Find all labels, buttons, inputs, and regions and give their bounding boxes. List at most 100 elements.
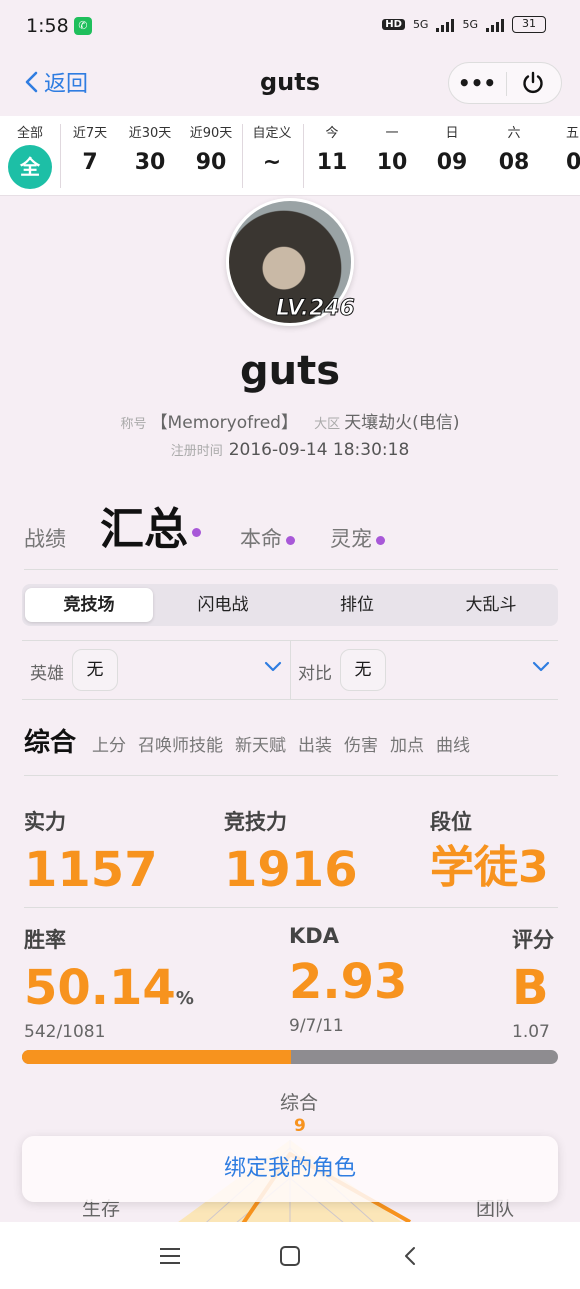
- date-label: 日: [445, 126, 459, 141]
- date-fri[interactable]: 五 07: [546, 122, 580, 175]
- mode-tab-brawl[interactable]: 大乱斗: [427, 588, 555, 622]
- bind-role-button[interactable]: 绑定我的角色: [22, 1136, 558, 1202]
- date-value-selected: 全: [8, 145, 52, 189]
- stat-winrate: 胜率 50.14% 542/1081: [24, 924, 194, 1042]
- compare-label: 对比: [298, 664, 332, 684]
- compare-value[interactable]: 无: [340, 649, 386, 691]
- tab-pet[interactable]: 灵宠: [330, 523, 385, 553]
- stat-label: 实力: [24, 810, 66, 834]
- compare-select[interactable]: 对比 无: [290, 641, 558, 699]
- stat-arena-power: 竞技力 1916: [224, 806, 358, 894]
- battery-icon: 31: [512, 16, 546, 33]
- region-value: 天壤劫火(电信): [344, 413, 460, 433]
- date-value: 07: [566, 150, 580, 175]
- power-icon: [523, 71, 543, 94]
- net-label-1: 5G: [412, 18, 429, 31]
- cat-tab-talents[interactable]: 新天赋: [235, 731, 286, 756]
- stat-label: 段位: [430, 810, 472, 834]
- date-mon[interactable]: 一 10: [362, 122, 422, 175]
- date-7d[interactable]: 近7天 7: [60, 122, 120, 175]
- date-label: 近7天: [72, 126, 108, 141]
- title-value: 【Memoryofred】: [150, 413, 298, 433]
- cat-tab-build[interactable]: 出装: [298, 731, 332, 756]
- date-sat[interactable]: 六 08: [484, 122, 544, 175]
- date-value: 08: [498, 150, 530, 175]
- player-name: guts: [239, 348, 341, 394]
- stat-label: KDA: [289, 924, 339, 948]
- tab-main-hero[interactable]: 本命: [240, 523, 295, 553]
- cat-tab-overall[interactable]: 综合: [24, 722, 76, 759]
- mode-tab-ranked[interactable]: 排位: [293, 588, 421, 622]
- call-icon: ✆: [74, 17, 92, 35]
- hero-value[interactable]: 无: [72, 649, 118, 691]
- system-nav-bar: [0, 1222, 580, 1289]
- close-button[interactable]: [505, 63, 561, 103]
- date-value: 7: [82, 150, 98, 175]
- dot-indicator: [286, 535, 295, 545]
- date-30d[interactable]: 近30天 30: [120, 122, 180, 175]
- tab-record[interactable]: 战绩: [24, 523, 66, 553]
- register-time-row: 注册时间 2016-09-14 18:30:18: [0, 440, 580, 460]
- menu-button[interactable]: [150, 1236, 190, 1276]
- dot-indicator: [376, 535, 385, 545]
- stat-value-wrap: 50.14%: [24, 964, 194, 1012]
- tab-summary[interactable]: 汇总: [100, 493, 201, 557]
- cat-tab-spells[interactable]: 召唤师技能: [138, 731, 223, 756]
- date-sun[interactable]: 日 09: [422, 122, 482, 175]
- chevron-down-icon: [264, 661, 282, 672]
- hero-select[interactable]: 英雄 无: [22, 641, 290, 699]
- app-header: 返回 guts •••: [0, 54, 580, 112]
- stat-value: 50.14: [24, 960, 176, 1016]
- home-button[interactable]: [270, 1236, 310, 1276]
- date-label: 六: [507, 126, 521, 141]
- profile-meta-row: 称号 【Memoryofred】 大区 天壤劫火(电信): [0, 408, 580, 433]
- stat-value: B: [512, 960, 549, 1016]
- stat-value: 1157: [24, 842, 158, 898]
- stat-unit: %: [175, 988, 194, 1009]
- home-icon: [280, 1245, 300, 1266]
- date-value: ~: [262, 150, 282, 175]
- tab-summary-label: 汇总: [100, 504, 188, 555]
- date-label: 近30天: [128, 126, 172, 141]
- date-label: 一: [385, 126, 399, 141]
- capsule-divider: [506, 72, 507, 96]
- date-label: 近90天: [189, 126, 233, 141]
- date-label: 全部: [16, 126, 43, 141]
- stat-sub: 542/1081: [24, 1022, 106, 1042]
- cat-tab-climb[interactable]: 上分: [92, 731, 126, 756]
- radar-label-overall: 综合: [280, 1092, 319, 1114]
- stat-value: 2.93: [289, 954, 408, 1010]
- level-badge: LV.246: [276, 296, 356, 322]
- stat-kda: KDA 2.93 9/7/11: [289, 924, 407, 1036]
- date-custom[interactable]: 自定义 ~: [242, 122, 302, 175]
- more-button[interactable]: •••: [449, 63, 505, 103]
- date-today[interactable]: 今 11: [302, 122, 362, 175]
- date-label: 五: [566, 126, 580, 141]
- mode-tab-arena[interactable]: 竞技场: [25, 588, 153, 622]
- date-value: 10: [376, 150, 408, 175]
- title-key: 称号: [120, 417, 147, 432]
- stat-score: 评分 B 1.07: [512, 924, 554, 1042]
- mode-segmented-control: 竞技场 闪电战 排位 大乱斗: [22, 584, 558, 626]
- date-all[interactable]: 全部 全: [0, 122, 60, 189]
- date-label: 自定义: [252, 126, 292, 141]
- stat-label: 评分: [512, 928, 554, 952]
- stat-sub: 1.07: [512, 1022, 550, 1042]
- stat-sub: 9/7/11: [289, 1016, 344, 1036]
- tab-main-hero-label: 本命: [240, 527, 282, 551]
- system-back-button[interactable]: [390, 1236, 430, 1276]
- date-90d[interactable]: 近90天 90: [181, 122, 241, 175]
- cat-tab-curve[interactable]: 曲线: [436, 731, 470, 756]
- date-value: 30: [134, 150, 166, 175]
- winrate-bar: [22, 1050, 558, 1064]
- cat-tab-damage[interactable]: 伤害: [344, 731, 378, 756]
- cat-tab-skill-points[interactable]: 加点: [390, 731, 424, 756]
- compare-row: 英雄 无 对比 无: [22, 640, 558, 700]
- stat-strength: 实力 1157: [24, 806, 158, 894]
- mode-tab-blitz[interactable]: 闪电战: [159, 588, 287, 622]
- clock: 1:58: [26, 15, 69, 37]
- section-tabs: 战绩 汇总 本命 灵宠: [24, 498, 558, 570]
- winrate-bar-fill: [22, 1050, 291, 1064]
- date-value: 11: [316, 150, 348, 175]
- stat-value: 1916: [224, 842, 358, 898]
